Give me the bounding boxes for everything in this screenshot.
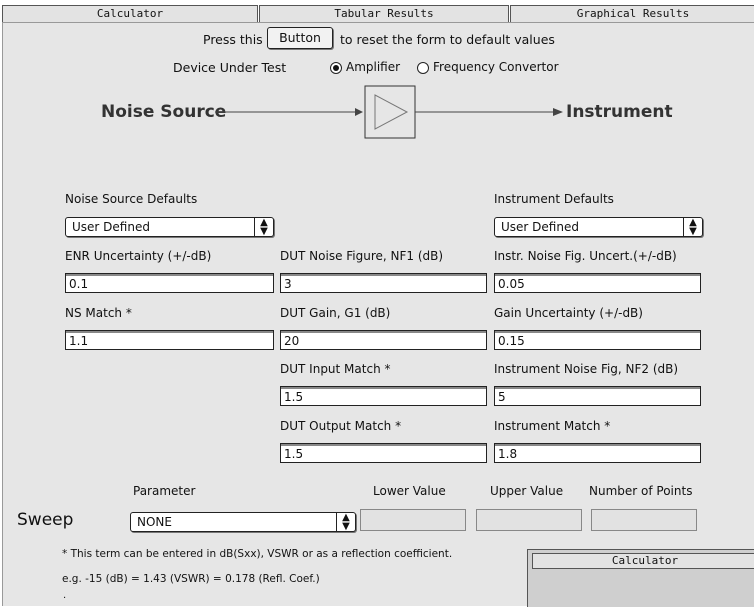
instrument-match-input[interactable]: 1.8 — [494, 443, 701, 463]
instrument-match-value: 1.8 — [498, 447, 518, 461]
ns-match-label: NS Match * — [65, 306, 132, 320]
noise-source-defaults-label: Noise Source Defaults — [65, 192, 198, 206]
tab-tabular-results[interactable]: Tabular Results — [259, 5, 509, 23]
calculator-panel: Press this Button to reset the form to d… — [2, 22, 754, 607]
gain-uncertainty-label: Gain Uncertainty (+/-dB) — [494, 306, 643, 320]
ns-match-value: 1.1 — [69, 334, 89, 348]
dut-output-match-value: 1.5 — [284, 447, 304, 461]
dut-input-match-label: DUT Input Match * — [280, 362, 391, 376]
sweep-label: Sweep — [17, 510, 74, 530]
calculator-subwindow: Calculator — [527, 549, 754, 607]
dot-mark: · — [63, 593, 67, 604]
dut-gain-value: 20 — [284, 334, 300, 348]
instr-nf-uncertainty-label: Instr. Noise Fig. Uncert.(+/-dB) — [494, 249, 677, 263]
lower-value-input[interactable] — [360, 509, 466, 531]
dut-noise-figure-input[interactable]: 3 — [280, 273, 487, 293]
select-arrows-icon: ▲ ▼ — [254, 218, 273, 237]
reset-prefix: Press this — [203, 32, 263, 47]
dut-noise-figure-value: 3 — [284, 277, 292, 291]
instrument-select[interactable]: User Defined ▲ ▼ — [494, 217, 703, 237]
instrument-label: Instrument — [566, 102, 673, 122]
noise-source-select-value: User Defined — [72, 220, 150, 234]
upper-value-label: Upper Value — [490, 484, 564, 498]
amplifier-radio[interactable] — [330, 62, 342, 74]
dut-label: Device Under Test — [173, 60, 287, 75]
noise-source-select[interactable]: User Defined ▲ ▼ — [65, 217, 274, 237]
frequency-convertor-label: Frequency Convertor — [433, 60, 559, 74]
dut-input-match-value: 1.5 — [284, 390, 304, 404]
dut-gain-input[interactable]: 20 — [280, 330, 487, 350]
lower-value-label: Lower Value — [373, 484, 446, 498]
instr-nf-uncertainty-input[interactable]: 0.05 — [494, 273, 701, 293]
gain-uncertainty-input[interactable]: 0.15 — [494, 330, 701, 350]
number-of-points-label: Number of Points — [589, 484, 693, 498]
sweep-parameter-select[interactable]: NONE ▲ ▼ — [130, 512, 356, 532]
dut-output-match-input[interactable]: 1.5 — [280, 443, 487, 463]
instrument-select-value: User Defined — [501, 220, 579, 234]
select-arrows-icon: ▲ ▼ — [336, 513, 355, 532]
example-note: e.g. -15 (dB) = 1.43 (VSWR) = 0.178 (Ref… — [62, 573, 320, 585]
reset-suffix: to reset the form to default values — [340, 32, 555, 47]
enr-uncertainty-input[interactable]: 0.1 — [65, 273, 274, 293]
number-of-points-input[interactable] — [591, 509, 697, 531]
instrument-defaults-label: Instrument Defaults — [494, 192, 614, 206]
reset-button[interactable]: Button — [267, 27, 333, 49]
frequency-convertor-radio[interactable] — [417, 62, 429, 74]
dut-gain-label: DUT Gain, G1 (dB) — [280, 306, 391, 320]
dut-noise-figure-label: DUT Noise Figure, NF1 (dB) — [280, 249, 444, 263]
calculator-subwindow-title[interactable]: Calculator — [532, 553, 754, 569]
select-arrows-icon: ▲ ▼ — [683, 218, 702, 237]
parameter-label: Parameter — [133, 484, 196, 498]
tab-calculator[interactable]: Calculator — [2, 5, 258, 23]
instrument-match-label: Instrument Match * — [494, 419, 611, 433]
instrument-nf2-label: Instrument Noise Fig, NF2 (dB) — [494, 362, 679, 376]
reflection-note: * This term can be entered in dB(Sxx), V… — [62, 548, 453, 560]
tab-graphical-results[interactable]: Graphical Results — [510, 5, 754, 23]
noise-source-label: Noise Source — [101, 102, 227, 122]
gain-uncertainty-value: 0.15 — [498, 334, 525, 348]
ns-match-input[interactable]: 1.1 — [65, 330, 274, 350]
dut-input-match-input[interactable]: 1.5 — [280, 386, 487, 406]
dut-output-match-label: DUT Output Match * — [280, 419, 402, 433]
sweep-parameter-value: NONE — [137, 515, 172, 529]
signal-chain-diagram — [215, 85, 563, 139]
enr-uncertainty-label: ENR Uncertainty (+/-dB) — [65, 249, 212, 263]
instrument-nf2-value: 5 — [498, 390, 506, 404]
amplifier-label: Amplifier — [346, 60, 401, 74]
enr-uncertainty-value: 0.1 — [69, 277, 89, 291]
instrument-nf2-input[interactable]: 5 — [494, 386, 701, 406]
instr-nf-uncertainty-value: 0.05 — [498, 277, 525, 291]
upper-value-input[interactable] — [476, 509, 582, 531]
